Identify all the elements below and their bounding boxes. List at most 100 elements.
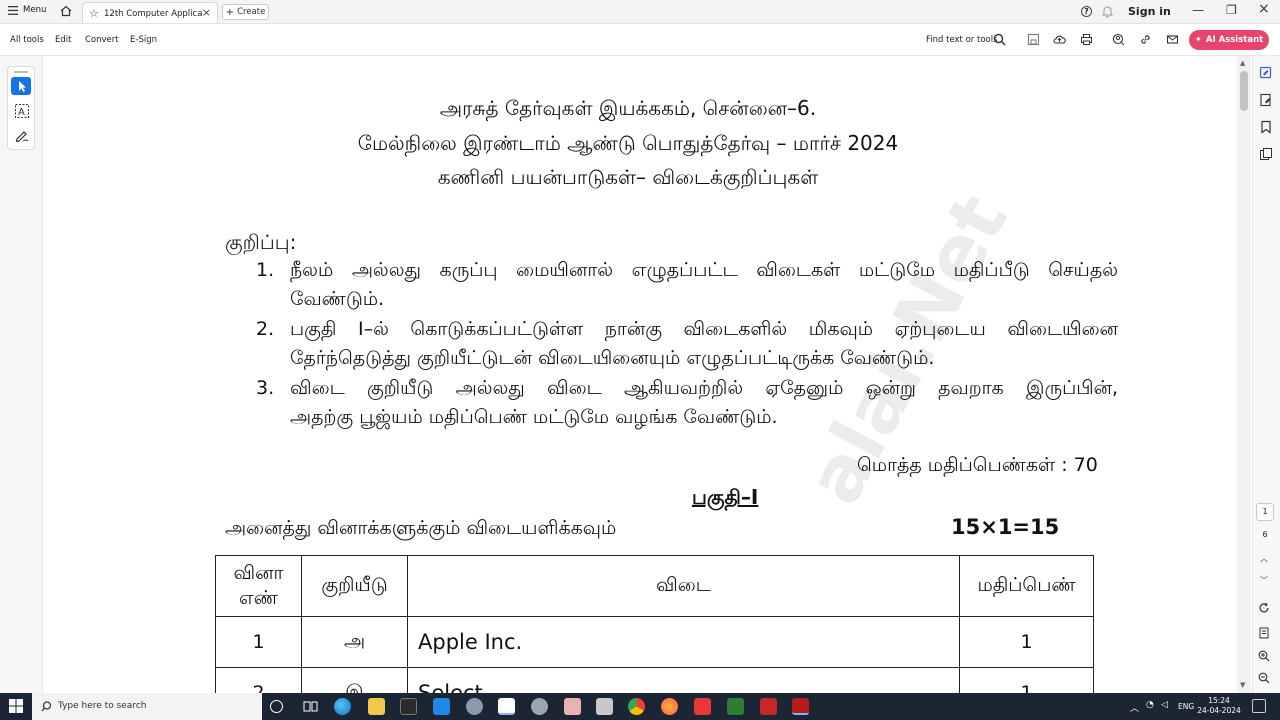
home-icon[interactable] (60, 5, 72, 17)
star-icon[interactable]: ☆ (89, 7, 99, 20)
windows-start-icon[interactable] (9, 699, 23, 713)
edit-menu[interactable]: Edit (55, 35, 71, 45)
camtasia-icon[interactable] (727, 698, 744, 715)
convert-menu[interactable]: Convert (85, 35, 119, 45)
note-item-1: 1. நீலம் அல்லது கருப்பு மையினால் எழுதப்ப… (256, 256, 1118, 316)
note-line: பகுதி I–ல் கொடுக்கப்பட்டுள்ள நான்கு விடை… (290, 318, 1118, 340)
quick-tools-panel: A (7, 66, 35, 150)
refresh-icon[interactable] (1258, 602, 1270, 614)
bookmark-icon[interactable] (1259, 120, 1273, 134)
header-marks: மதிப்பெண் (959, 555, 1094, 617)
doc-header-line3: கணினி பயன்பாடுகள்– விடைக்குறிப்புகள் (437, 165, 819, 189)
note-line: நீலம் அல்லது கருப்பு மையினால் எழுதப்பட்ட… (290, 259, 1118, 281)
table-row: 1 அ Apple Inc. 1 (215, 616, 1094, 668)
sign-in-link[interactable]: Sign in (1128, 5, 1171, 18)
tools-bar: All tools Edit Convert E-Sign Find text … (0, 25, 1280, 56)
total-marks: மொத்த மதிப்பெண்கள் : 70 (857, 454, 1098, 476)
recorder-icon[interactable] (760, 698, 777, 715)
header-qno-line1: வினா (233, 562, 284, 584)
note-text: நீலம் அல்லது கருப்பு மையினால் எழுதப்பட்ட… (290, 256, 1118, 314)
taskbar-search-box[interactable]: Type here to search (32, 693, 262, 720)
wps-office-icon[interactable] (694, 698, 711, 715)
adobe-acrobat-icon[interactable] (792, 698, 809, 715)
chrome-icon[interactable] (628, 698, 645, 715)
maximize-icon[interactable]: ❐ (1226, 3, 1237, 17)
close-window-icon[interactable]: × (1258, 1, 1270, 17)
page-number-input[interactable]: 1 (1256, 503, 1274, 521)
zoom-out-icon[interactable] (1258, 672, 1270, 684)
cell-marks: 1 (959, 616, 1094, 668)
bell-icon[interactable] (1102, 5, 1113, 18)
page-settings-icon[interactable] (1258, 627, 1270, 639)
page-down-icon[interactable]: ﹀ (1260, 575, 1268, 586)
save-icon[interactable] (1027, 33, 1040, 46)
scroll-up-icon[interactable]: ▲ (1240, 59, 1245, 67)
firefox-icon[interactable] (661, 698, 678, 715)
mail-icon[interactable] (433, 698, 450, 715)
search-placeholder: Type here to search (58, 701, 147, 711)
cell-answer: Apple Inc. (407, 616, 960, 668)
app-icon[interactable] (564, 698, 581, 715)
upload-cloud-icon[interactable] (1053, 33, 1066, 46)
print-icon[interactable] (1080, 33, 1093, 46)
svg-text:A: A (18, 107, 25, 118)
show-hidden-icons-icon[interactable]: ︿ (1130, 701, 1139, 714)
title-bar: Menu ☆ 12th Computer Applicati... × + Cr… (0, 0, 1280, 24)
note-item-3: 3. விடை குறியீடு அல்லது விடை ஆகியவற்றில்… (256, 374, 1118, 434)
acrobat-document-icon[interactable] (498, 698, 515, 715)
app-icon[interactable] (596, 698, 613, 715)
copy-pages-icon[interactable] (1259, 147, 1273, 161)
link-icon[interactable] (1139, 33, 1152, 46)
vertical-scrollbar[interactable]: ▲ ▼ (1237, 56, 1251, 693)
taskbar-clock[interactable]: 15:24 24-04-2024 (1196, 696, 1242, 716)
create-button[interactable]: + Create (222, 4, 269, 20)
notifications-icon[interactable] (1252, 699, 1266, 713)
help-icon[interactable]: ? (1081, 6, 1092, 17)
store-icon[interactable] (400, 698, 417, 715)
language-indicator[interactable]: ENG (1178, 702, 1194, 711)
network-icon[interactable]: ◔ (1146, 700, 1154, 710)
app-icon[interactable] (466, 698, 483, 715)
minimize-icon[interactable]: — (1192, 3, 1204, 17)
scroll-thumb[interactable] (1240, 71, 1248, 111)
menu-button[interactable]: Menu (8, 5, 46, 15)
select-tool-button[interactable] (11, 77, 31, 95)
search-icon (41, 701, 52, 712)
cursor-arrow-icon (19, 81, 26, 92)
hamburger-icon (8, 5, 18, 15)
part-title: பகுதி–I (692, 485, 759, 509)
windows-taskbar: Type here to search ︿ ◔ ◁ ENG 15:24 24-0… (0, 693, 1280, 720)
text-select-icon[interactable]: A (14, 103, 30, 119)
comment-edit-icon[interactable] (1259, 66, 1273, 80)
clock-time: 15:24 (1208, 696, 1230, 705)
doc-header-line1: அரசுத் தேர்வுகள் இயக்ககம், சென்னை–6. (439, 96, 817, 120)
page-up-icon[interactable]: ︿ (1260, 553, 1268, 564)
all-tools-menu[interactable]: All tools (10, 35, 44, 45)
zoom-in-icon[interactable] (1258, 650, 1270, 662)
scroll-down-icon[interactable]: ▼ (1240, 681, 1245, 689)
share-user-icon[interactable] (1112, 33, 1125, 46)
page-edit-icon[interactable] (1259, 93, 1273, 107)
create-label: Create (237, 7, 266, 17)
email-icon[interactable] (1166, 33, 1179, 46)
task-view-icon[interactable] (302, 698, 319, 715)
esign-menu[interactable]: E-Sign (130, 35, 157, 45)
cortana-icon[interactable] (270, 700, 283, 713)
file-explorer-icon[interactable] (368, 698, 385, 715)
document-tab[interactable]: ☆ 12th Computer Applicati... × (82, 2, 218, 23)
document-viewer[interactable]: alai.Net அரசுத் தேர்வுகள் இயக்ககம், சென்… (44, 56, 1237, 693)
search-icon[interactable] (993, 33, 1006, 46)
drag-handle[interactable] (14, 71, 28, 73)
settings-app-icon[interactable] (531, 698, 548, 715)
cell-marks: 1 (959, 667, 1094, 693)
find-text-label[interactable]: Find text or tools (926, 35, 998, 45)
close-tab-icon[interactable]: × (202, 6, 211, 19)
header-question-number: வினா எண் (215, 555, 302, 617)
draw-pen-icon[interactable] (14, 127, 30, 143)
ai-assistant-button[interactable]: ✦ AI Assistant (1189, 30, 1269, 50)
left-tool-rail (0, 56, 43, 693)
note-number: 2. (256, 318, 275, 340)
cell-answer: Select (407, 667, 960, 693)
volume-icon[interactable]: ◁ (1161, 700, 1168, 710)
edge-browser-icon[interactable] (334, 698, 351, 715)
